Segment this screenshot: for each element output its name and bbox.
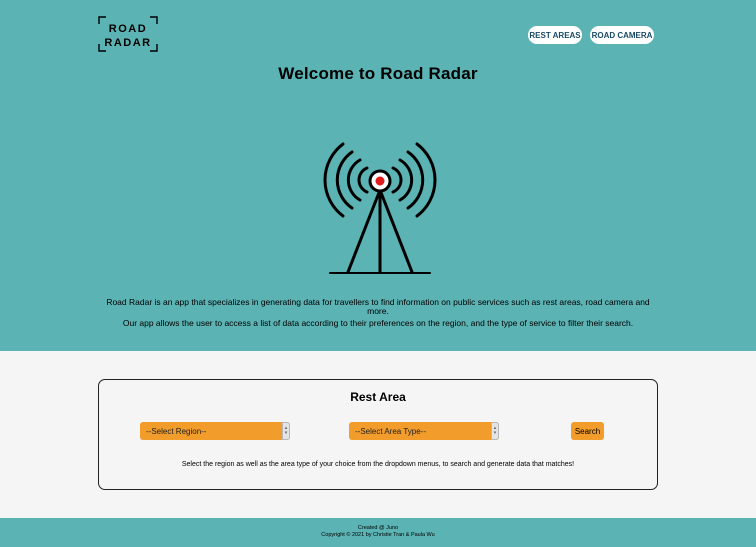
region-select-value: --Select Region--: [146, 426, 207, 436]
logo-text-radar: RADAR: [104, 37, 151, 49]
radio-tower-icon: [320, 138, 440, 278]
footer: Created @ Juno Copyright © 2021 by Chris…: [0, 518, 756, 547]
footer-copyright: Copyright © 2021 by Christie Tran & Paul…: [321, 532, 435, 538]
panel-title: Rest Area: [350, 390, 406, 404]
about-paragraph-2: Our app allows the user to access a list…: [122, 318, 634, 328]
panel-hint: Select the region as well as the area ty…: [181, 461, 575, 468]
road-camera-button[interactable]: ROAD CAMERA: [590, 26, 654, 44]
select-arrows-icon: ▴ ▾: [491, 422, 499, 440]
search-button[interactable]: Search: [571, 422, 604, 440]
select-arrows-icon: ▴ ▾: [282, 422, 290, 440]
page-title: Welcome to Road Radar: [278, 64, 478, 83]
rest-areas-button[interactable]: REST AREAS: [528, 26, 582, 44]
hero-section: ROAD RADAR REST AREAS ROAD CAMERA Welcom…: [0, 0, 756, 351]
top-nav: REST AREAS ROAD CAMERA: [528, 26, 654, 44]
road-radar-logo[interactable]: ROAD RADAR: [98, 16, 158, 52]
area-type-select[interactable]: --Select Area Type-- ▴ ▾: [349, 422, 499, 440]
rest-area-search-panel: Rest Area --Select Region-- ▴ ▾ --Select …: [98, 379, 658, 490]
logo-text-road: ROAD: [109, 23, 147, 35]
area-type-select-value: --Select Area Type--: [355, 426, 426, 436]
footer-created: Created @ Juno: [357, 525, 399, 531]
region-select[interactable]: --Select Region-- ▴ ▾: [140, 422, 290, 440]
about-text: Road Radar is an app that specializes in…: [96, 298, 660, 328]
about-paragraph-1: Road Radar is an app that specializes in…: [106, 297, 650, 316]
